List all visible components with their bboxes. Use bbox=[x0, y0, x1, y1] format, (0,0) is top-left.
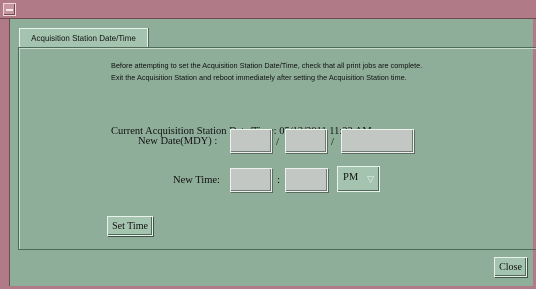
time-separator: : bbox=[277, 174, 281, 186]
title-bar bbox=[0, 0, 536, 19]
set-time-button[interactable]: Set Time bbox=[107, 216, 153, 236]
tab-acquisition-station-datetime[interactable]: Acquisition Station Date/Time bbox=[19, 28, 148, 48]
time-hour-field[interactable] bbox=[230, 168, 272, 192]
window-menu-icon[interactable] bbox=[3, 3, 16, 16]
date-separator-1: / bbox=[276, 136, 280, 148]
date-separator-2: / bbox=[331, 136, 335, 148]
window-frame-left bbox=[0, 19, 10, 289]
date-year-field[interactable] bbox=[341, 129, 414, 153]
instruction-line-2: Exit the Acquisition Station and reboot … bbox=[111, 73, 407, 82]
dropdown-arrow-icon: ▽ bbox=[367, 174, 374, 184]
close-button[interactable]: Close bbox=[494, 257, 527, 277]
new-date-label: New Date(MDY) : bbox=[138, 136, 218, 147]
date-month-field[interactable] bbox=[230, 129, 272, 153]
new-time-label: New Time: bbox=[173, 175, 220, 186]
time-minute-field[interactable] bbox=[285, 168, 328, 192]
date-day-field[interactable] bbox=[285, 129, 327, 153]
ampm-value: PM bbox=[343, 172, 359, 183]
datetime-panel: Before attempting to set the Acquisition… bbox=[18, 47, 536, 250]
ampm-select[interactable]: PM ▽ bbox=[337, 166, 380, 192]
dialog-window: Acquisition Station Date/Time Before att… bbox=[10, 19, 536, 286]
instruction-line-1: Before attempting to set the Acquisition… bbox=[111, 61, 423, 70]
